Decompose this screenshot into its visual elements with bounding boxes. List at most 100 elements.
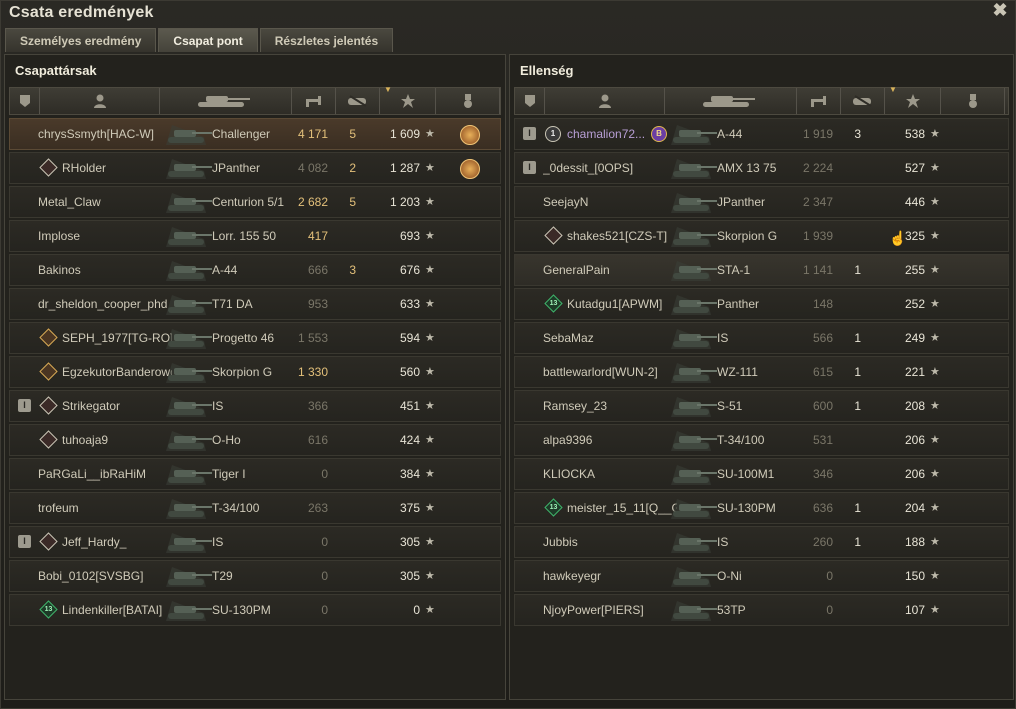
player-name[interactable]: Metal_Claw (38, 187, 172, 217)
tab-team-score[interactable]: Csapat pont (158, 28, 258, 52)
player-name[interactable]: Ramsey_23 (543, 391, 677, 421)
player-row[interactable]: tuhoaja9 O-Ho 616 424 ★ (9, 424, 501, 456)
player-row[interactable]: shakes521[CZS-T] Skorpion G1 939 325 ★ (514, 220, 1009, 252)
tab-detailed-report[interactable]: Részletes jelentés (259, 28, 394, 52)
player-name[interactable]: alpa9396 (543, 425, 677, 455)
platoon-column-header[interactable] (515, 88, 545, 114)
platoon-column-header[interactable] (10, 88, 40, 114)
xp-star-icon: ★ (425, 366, 435, 378)
player-name[interactable]: hawkeyegr (543, 561, 677, 591)
damage-value: 615 (812, 365, 833, 379)
player-name[interactable]: SeejayN (543, 187, 677, 217)
player-row[interactable]: hawkeyegr O-Ni 0 150 ★ (514, 560, 1009, 592)
player-row[interactable]: Ramsey_23 S-51 600 1 208 ★ (514, 390, 1009, 422)
damage-value: 1 141 (802, 263, 833, 277)
xp-value: 594 (399, 331, 420, 345)
damage-column-header[interactable] (797, 88, 841, 114)
player-name[interactable]: dr_sheldon_cooper_phd (38, 289, 172, 319)
player-column-header[interactable] (40, 88, 160, 114)
player-name[interactable]: battlewarlord[WUN-2] (543, 357, 677, 387)
player-name[interactable]: Jubbis (543, 527, 677, 557)
xp-star-icon: ★ (425, 502, 435, 514)
tank-icon (158, 325, 214, 351)
player-row[interactable]: SeejayN JPanther 2 347 446 ★ (514, 186, 1009, 218)
player-row[interactable]: SebaMaz IS 566 1 249 ★ (514, 322, 1009, 354)
player-row[interactable]: I 1 chamalion72... B A-44 1 919 3 538 ★ (514, 118, 1009, 150)
player-name[interactable]: Implose (38, 221, 172, 251)
frags-column-header[interactable] (336, 88, 380, 114)
player-name[interactable]: EgzekutorBanderowc (62, 357, 172, 387)
player-name[interactable]: _0dessit_[0OPS] (543, 153, 677, 183)
xp-star-column-header[interactable]: ▼ (380, 85, 436, 114)
player-row[interactable]: SEPH_1977[TG-RO] Progetto 46 1 553 594 ★ (9, 322, 501, 354)
player-row[interactable]: I Strikegator IS 366 451 ★ (9, 390, 501, 422)
player-name[interactable]: chrysSsmyth[HAC-W] (38, 119, 172, 149)
allies-list: chrysSsmyth[HAC-W] Challenger 4 171 5 1 609 ★… (9, 118, 501, 628)
player-row[interactable]: alpa9396 T-34/100 531 206 ★ (514, 424, 1009, 456)
player-row[interactable]: 13 Kutadgu1[APWM] Panther 148 252 ★ (514, 288, 1009, 320)
player-row[interactable]: chrysSsmyth[HAC-W] Challenger 4 171 5 1 609 ★ (9, 118, 501, 150)
xp-star-icon: ★ (930, 128, 940, 140)
damage-value: 0 (826, 569, 833, 583)
damage-value: 0 (321, 535, 328, 549)
player-name[interactable]: shakes521[CZS-T] (567, 221, 677, 251)
player-column-header[interactable] (545, 88, 665, 114)
player-name[interactable]: SebaMaz (543, 323, 677, 353)
player-row[interactable]: battlewarlord[WUN-2] WZ-111 615 1 221 ★ (514, 356, 1009, 388)
player-name[interactable]: meister_15_11[Q__G] (567, 493, 677, 523)
player-row[interactable]: EgzekutorBanderowc Skorpion G1 330 560 ★ (9, 356, 501, 388)
player-row[interactable]: 13 Lindenkiller[BATAI] SU-130PM 0 0 ★ (9, 594, 501, 626)
enemies-panel: Ellenség ▼ I 1 chamalion72... B A-44 1 919 3 53… (509, 54, 1014, 700)
player-row[interactable]: GeneralPain STA-1 1 141 1 255 ★ (514, 254, 1009, 286)
damage-value: 2 224 (802, 161, 833, 175)
tab-bar: Személyes eredmény Csapat pont Részletes… (5, 28, 395, 52)
player-row[interactable]: I Jeff_Hardy_ IS 0 305 ★ (9, 526, 501, 558)
player-name[interactable]: tuhoaja9 (62, 425, 172, 455)
player-name[interactable]: SEPH_1977[TG-RO] (62, 323, 172, 353)
player-name[interactable]: KLIOCKA (543, 459, 677, 489)
player-name[interactable]: Lindenkiller[BATAI] (62, 595, 172, 625)
frags-value (835, 289, 861, 319)
player-row[interactable]: Metal_Claw Centurion 5/1 2 682 5 1 203 ★ (9, 186, 501, 218)
tank-column-header[interactable] (665, 88, 797, 114)
player-row[interactable]: KLIOCKA SU-100M1 346 206 ★ (514, 458, 1009, 490)
player-row[interactable]: Jubbis IS 260 1 188 ★ (514, 526, 1009, 558)
tank-icon (158, 393, 214, 419)
player-row[interactable]: 13 meister_15_11[Q__G] SU-130PM 636 1 204 ★ (514, 492, 1009, 524)
medal-icon[interactable] (460, 159, 480, 179)
medal-column-header[interactable] (941, 88, 1005, 114)
player-name[interactable]: Kutadgu1[APWM] (567, 289, 677, 319)
player-name[interactable]: Bakinos (38, 255, 172, 285)
frags-value (330, 425, 356, 455)
frags-value (835, 153, 861, 183)
player-name[interactable]: GeneralPain (543, 255, 677, 285)
player-name[interactable]: Jeff_Hardy_ (62, 527, 172, 557)
damage-value: 2 682 (297, 195, 328, 209)
close-icon[interactable]: ✖ (991, 1, 1009, 19)
medal-column-header[interactable] (436, 88, 500, 114)
player-row[interactable]: NjoyPower[PIERS] 53TP 0 107 ★ (514, 594, 1009, 626)
player-row[interactable]: PaRGaLi__ibRaHiM Tiger I 0 384 ★ (9, 458, 501, 490)
damage-value: 1 939 (802, 229, 833, 243)
window-title: Csata eredmények (9, 4, 154, 21)
player-name[interactable]: Bobi_0102[SVSBG] (38, 561, 172, 591)
xp-value: 693 (399, 229, 420, 243)
player-row[interactable]: dr_sheldon_cooper_phd T71 DA 953 633 ★ (9, 288, 501, 320)
frags-column-header[interactable] (841, 88, 885, 114)
tank-column-header[interactable] (160, 88, 292, 114)
player-row[interactable]: I _0dessit_[0OPS] AMX 13 75 2 224 527 ★ (514, 152, 1009, 184)
damage-column-header[interactable] (292, 88, 336, 114)
player-row[interactable]: RHolder JPanther 4 082 2 1 287 ★ (9, 152, 501, 184)
player-name[interactable]: PaRGaLi__ibRaHiM (38, 459, 172, 489)
player-name[interactable]: RHolder (62, 153, 172, 183)
player-name[interactable]: trofeum (38, 493, 172, 523)
medal-icon[interactable] (460, 125, 480, 145)
player-name[interactable]: NjoyPower[PIERS] (543, 595, 677, 625)
player-row[interactable]: Bobi_0102[SVSBG] T29 0 305 ★ (9, 560, 501, 592)
player-row[interactable]: trofeum T-34/100 263 375 ★ (9, 492, 501, 524)
xp-star-column-header[interactable]: ▼ (885, 85, 941, 114)
player-row[interactable]: Bakinos A-44 666 3 676 ★ (9, 254, 501, 286)
tab-personal-results[interactable]: Személyes eredmény (5, 28, 157, 52)
player-name[interactable]: Strikegator (62, 391, 172, 421)
player-row[interactable]: Implose Lorr. 155 50 417 693 ★ (9, 220, 501, 252)
